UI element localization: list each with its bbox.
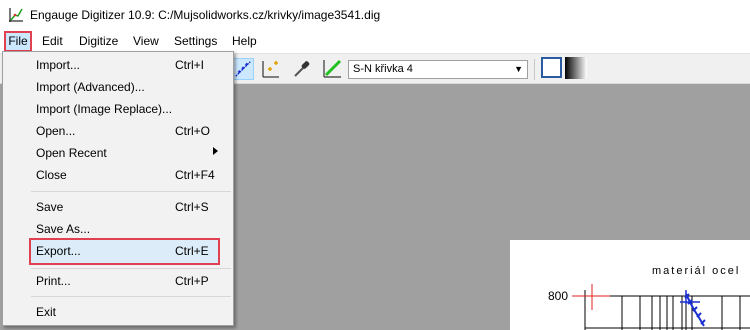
white-background-swatch[interactable]	[541, 57, 562, 78]
menu-item-print[interactable]: Print... Ctrl+P	[3, 271, 233, 293]
menu-item-label: Open Recent	[36, 146, 107, 160]
menu-digitize[interactable]: Digitize	[79, 31, 118, 52]
menu-item-save[interactable]: Save Ctrl+S	[3, 197, 233, 219]
menu-item-exit[interactable]: Exit	[3, 302, 233, 324]
axis-point-icon[interactable]	[260, 58, 282, 80]
menu-item-export[interactable]: Export... Ctrl+E	[3, 241, 233, 263]
window-title: Engauge Digitizer 10.9: C:/Mujsolidworks…	[30, 8, 381, 22]
menu-item-label: Import (Advanced)...	[36, 80, 145, 94]
file-menu: Import... Ctrl+I Import (Advanced)... Im…	[2, 51, 234, 326]
menu-settings[interactable]: Settings	[174, 31, 217, 52]
menu-item-open-recent[interactable]: Open Recent	[3, 143, 233, 165]
menu-item-label: Save As...	[36, 222, 91, 236]
graph-plot-area	[572, 284, 750, 330]
menu-separator	[31, 191, 231, 192]
menu-item-shortcut: Ctrl+P	[175, 274, 209, 288]
menu-item-label: Export...	[36, 244, 81, 258]
toolbar-separator	[534, 59, 535, 80]
curve-select[interactable]: S-N křivka 4 ▼	[348, 60, 528, 79]
menu-help[interactable]: Help	[232, 31, 257, 52]
menu-item-close[interactable]: Close Ctrl+F4	[3, 165, 233, 187]
menu-item-label: Import (Image Replace)...	[36, 102, 173, 116]
menu-item-import-advanced[interactable]: Import (Advanced)...	[3, 77, 233, 99]
menu-separator	[31, 296, 231, 297]
menu-item-label: Exit	[36, 305, 57, 319]
gradient-background-swatch[interactable]	[565, 57, 587, 79]
segment-fill-icon[interactable]	[321, 58, 343, 80]
digitize-point-icon[interactable]	[232, 58, 254, 80]
menu-item-label: Print...	[36, 274, 71, 288]
menu-item-shortcut: Ctrl+E	[175, 244, 209, 258]
menu-file[interactable]: File	[4, 31, 32, 52]
engauge-app-icon	[9, 8, 23, 22]
graph-title: materiál ocel	[652, 265, 741, 277]
menu-item-label: Import...	[36, 58, 81, 72]
menu-item-shortcut: Ctrl+S	[175, 200, 209, 214]
menu-item-import[interactable]: Import... Ctrl+I	[3, 55, 233, 77]
menu-item-shortcut: Ctrl+I	[175, 58, 205, 72]
submenu-arrow-icon	[213, 147, 218, 155]
color-picker-icon[interactable]	[290, 58, 312, 80]
menu-item-label: Open...	[36, 124, 76, 138]
menu-item-import-image-replace[interactable]: Import (Image Replace)...	[3, 99, 233, 121]
menu-item-label: Close	[36, 168, 67, 182]
menu-view[interactable]: View	[133, 31, 159, 52]
menu-item-shortcut: Ctrl+O	[175, 124, 211, 138]
menu-separator	[31, 268, 231, 269]
menu-item-label: Save	[36, 200, 64, 214]
title-bar: Engauge Digitizer 10.9: C:/Mujsolidworks…	[0, 0, 750, 30]
chevron-down-icon: ▼	[514, 64, 523, 74]
menu-item-open[interactable]: Open... Ctrl+O	[3, 121, 233, 143]
menu-edit[interactable]: Edit	[42, 31, 63, 52]
menu-bar: File Edit Digitize View Settings Help	[0, 31, 750, 52]
menu-item-shortcut: Ctrl+F4	[175, 168, 215, 182]
curve-select-value: S-N křivka 4	[353, 63, 413, 75]
